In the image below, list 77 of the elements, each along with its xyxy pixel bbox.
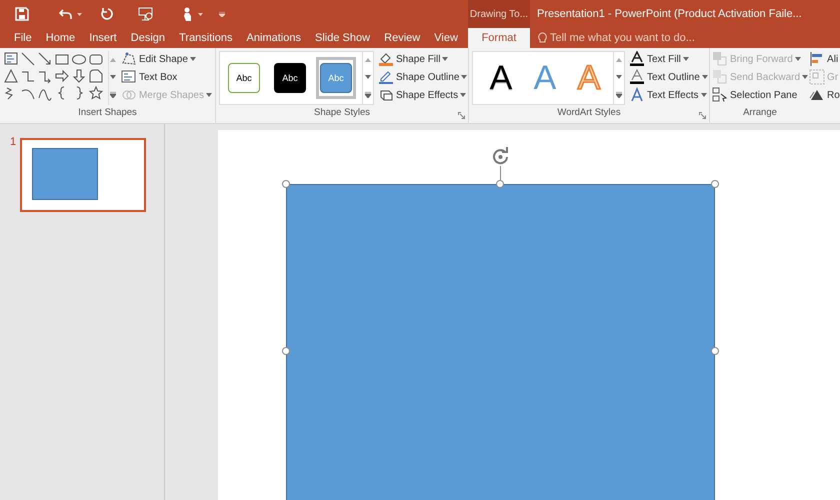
dialog-launcher-icon[interactable]	[699, 112, 706, 119]
ribbon-command[interactable]: Ali	[809, 51, 840, 67]
resize-handle[interactable]	[282, 347, 290, 355]
ribbon-tab[interactable]: Slide Show	[311, 28, 374, 48]
caret-icon[interactable]	[198, 12, 203, 16]
arrow-line-icon[interactable]	[37, 51, 53, 67]
ribbon-tab[interactable]: File	[10, 28, 36, 48]
ribbon-tab[interactable]: Review	[380, 28, 424, 48]
shape-style-option[interactable]: Abc	[274, 63, 306, 93]
more-icon[interactable]	[616, 92, 622, 98]
text-box-icon[interactable]	[3, 51, 19, 67]
edit-shape-icon	[120, 51, 137, 67]
more-icon[interactable]	[110, 92, 116, 98]
rotation-stem	[500, 166, 501, 180]
ribbon-command[interactable]: Text Fill	[629, 51, 708, 67]
group-label: Shape Styles	[313, 107, 371, 120]
text-box-icon	[120, 69, 137, 85]
star-icon[interactable]	[88, 85, 104, 101]
ribbon-tab[interactable]: Insert	[85, 28, 121, 48]
resize-handle[interactable]	[282, 180, 290, 188]
wordart-style-option[interactable]: A	[481, 61, 521, 95]
wordart-style-option[interactable]: A	[525, 61, 565, 95]
ribbon-command[interactable]: Ro	[809, 87, 840, 103]
shape-style-option[interactable]: Abc	[228, 63, 260, 93]
resize-handle[interactable]	[711, 180, 719, 188]
rectangle-shape	[32, 148, 98, 200]
group-label: Arrange	[742, 107, 778, 120]
ribbon-command[interactable]: Text Outline	[629, 69, 708, 85]
more-icon[interactable]	[365, 92, 371, 98]
ribbon-tab[interactable]: Transitions	[175, 28, 236, 48]
ribbon-command[interactable]: Text Effects	[629, 87, 708, 103]
ribbon-command[interactable]: Text Box	[120, 69, 212, 85]
ribbon-tab[interactable]: Format	[468, 28, 530, 48]
text-effects-icon	[629, 87, 645, 103]
slide-thumbnail[interactable]	[20, 138, 146, 212]
lightbulb-icon	[538, 32, 547, 44]
down-arrow-icon[interactable]	[71, 68, 87, 84]
text-outline-icon	[629, 69, 645, 85]
save-icon[interactable]	[15, 7, 29, 21]
ribbon-command[interactable]: Edit Shape	[120, 51, 212, 67]
ribbon-tab[interactable]: Design	[126, 28, 170, 48]
scroll-down-icon[interactable]	[616, 74, 622, 79]
scroll-down-icon[interactable]	[365, 74, 371, 79]
resize-handle[interactable]	[496, 180, 504, 188]
triangle-icon[interactable]	[3, 68, 19, 84]
ribbon-command[interactable]: Shape Fill	[378, 51, 468, 67]
pencil-icon	[378, 69, 394, 85]
group-icon	[809, 69, 826, 85]
paint-bucket-icon	[378, 51, 394, 67]
selection-pane-icon	[712, 87, 728, 103]
ribbon-command[interactable]: Selection Pane	[712, 87, 808, 103]
group-label: Insert Shapes	[77, 107, 138, 120]
slide-number: 1	[10, 136, 16, 148]
caret-icon[interactable]	[77, 12, 82, 16]
bring-forward-icon	[712, 51, 728, 67]
customize-icon[interactable]	[219, 12, 225, 16]
shape-style-option[interactable]: Abc	[320, 63, 352, 93]
ribbon-tab[interactable]: Home	[42, 28, 80, 48]
contextual-tab-label: Drawing To...	[468, 0, 530, 28]
text-fill-icon	[629, 51, 645, 67]
ribbon-command[interactable]: Shape Outline	[378, 69, 468, 85]
send-backward-icon	[712, 69, 728, 85]
dialog-launcher-icon[interactable]	[458, 112, 465, 119]
scroll-down-icon[interactable]	[110, 74, 116, 79]
right-arrow-icon[interactable]	[54, 68, 70, 84]
rotate-handle[interactable]	[491, 147, 510, 166]
group-label: WordArt Styles	[556, 107, 622, 120]
undo-icon[interactable]	[59, 7, 73, 21]
ribbon-tab[interactable]: View	[430, 28, 462, 48]
resize-handle[interactable]	[711, 347, 719, 355]
window-title: Presentation1 - PowerPoint (Product Activation Faile...	[536, 7, 802, 22]
line-icon[interactable]	[20, 51, 36, 67]
presenter-icon[interactable]	[138, 7, 154, 21]
redo-icon[interactable]	[100, 7, 114, 21]
ribbon-command[interactable]: Shape Effects	[378, 87, 468, 103]
ribbon-tab[interactable]: Animations	[242, 28, 305, 48]
tell-me-field[interactable]: Tell me what you want to do...	[530, 28, 695, 48]
